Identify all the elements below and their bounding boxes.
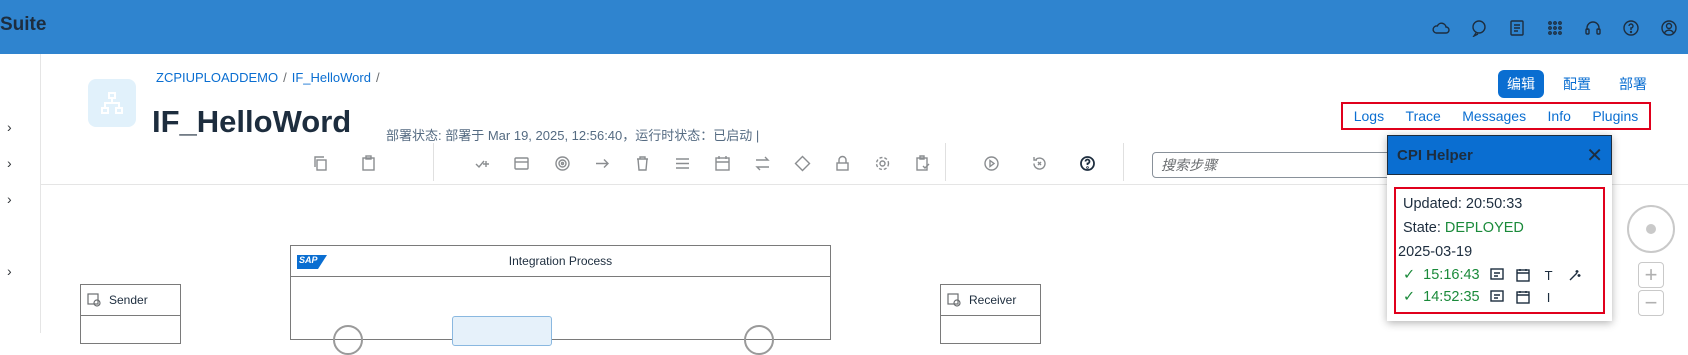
breadcrumb-separator: / xyxy=(283,70,287,85)
chat-icon[interactable] xyxy=(1460,16,1498,40)
log-icon[interactable] xyxy=(1488,288,1506,306)
trace-letter[interactable]: T xyxy=(1540,266,1558,284)
headset-icon[interactable] xyxy=(1574,16,1612,40)
app-grid-icon[interactable] xyxy=(1536,16,1574,40)
pan-control[interactable] xyxy=(1627,205,1675,253)
clipboard-icon[interactable] xyxy=(912,153,932,173)
settings-icon[interactable] xyxy=(872,153,892,173)
process-step[interactable] xyxy=(452,316,552,346)
edit-button[interactable]: 编辑 xyxy=(1498,70,1544,98)
log-icon[interactable] xyxy=(1488,266,1506,284)
deployment-status: 部署状态: 部署于 Mar 19, 2025, 12:56:40，运行时状态：已… xyxy=(386,128,760,143)
run-date: 2025-03-19 xyxy=(1398,244,1473,260)
start-event[interactable] xyxy=(333,325,363,355)
cpi-helper-title: CPI Helper xyxy=(1397,146,1473,164)
integration-process[interactable]: SAP Integration Process xyxy=(290,245,831,340)
calendar-icon[interactable] xyxy=(712,153,732,173)
help-icon[interactable] xyxy=(1612,16,1650,40)
info-button[interactable]: Info xyxy=(1548,108,1571,124)
wand-icon[interactable] xyxy=(1566,266,1584,284)
trace-button[interactable]: Trace xyxy=(1406,108,1441,124)
target-icon[interactable] xyxy=(552,153,572,173)
receiver-label: Receiver xyxy=(969,293,1017,307)
calendar-icon[interactable] xyxy=(1514,266,1532,284)
plugins-button[interactable]: Plugins xyxy=(1592,108,1638,124)
deploy-button[interactable]: 部署 xyxy=(1610,70,1656,98)
chevron-right-icon[interactable]: › xyxy=(7,191,12,207)
cpi-helper-header: CPI Helper ✕ xyxy=(1387,135,1612,175)
run-time[interactable]: 14:52:35 xyxy=(1423,289,1479,305)
state-row: State: DEPLOYED xyxy=(1403,216,1603,240)
zoom-out-button[interactable]: − xyxy=(1638,290,1664,316)
window-icon[interactable] xyxy=(511,153,531,173)
chevron-right-icon[interactable]: › xyxy=(7,263,12,279)
calendar-icon[interactable] xyxy=(1514,288,1532,306)
list-icon[interactable] xyxy=(672,153,692,173)
delete-icon[interactable] xyxy=(632,153,652,173)
breadcrumb-separator: / xyxy=(375,70,380,85)
shell-actions xyxy=(1422,16,1688,40)
integration-flow-icon xyxy=(88,79,136,127)
toolbar-divider xyxy=(1123,143,1124,181)
breadcrumb-package-link[interactable]: ZCPIUPLOADDEMO xyxy=(156,70,278,85)
participant-icon xyxy=(87,293,101,307)
cpi-helper-popup: CPI Helper ✕ Updated: 20:50:33 State: DE… xyxy=(1387,135,1612,321)
toolbar-divider xyxy=(433,143,434,181)
state-value: DEPLOYED xyxy=(1444,220,1524,236)
configure-button[interactable]: 配置 xyxy=(1554,70,1600,98)
brand-title[interactable]: Suite xyxy=(0,14,46,36)
end-event[interactable] xyxy=(744,325,774,355)
search-steps-input[interactable]: 搜索步骤 xyxy=(1152,152,1392,178)
check-icon: ✓ xyxy=(1403,289,1416,305)
receiver-pool[interactable]: Receiver xyxy=(940,284,1041,344)
run-item: ✓ 14:52:35 I xyxy=(1403,286,1603,308)
info-letter[interactable]: I xyxy=(1540,288,1558,306)
add-icon[interactable] xyxy=(472,153,492,173)
user-icon[interactable] xyxy=(1650,16,1688,40)
participant-icon xyxy=(947,293,961,307)
shell-bar: Suite xyxy=(0,0,1688,54)
mode-buttons: 编辑 配置 部署 xyxy=(1498,70,1656,98)
cpi-helper-plugin-bar: Logs Trace Messages Info Plugins xyxy=(1341,102,1651,130)
lock-icon[interactable] xyxy=(832,153,852,173)
run-item: ✓ 15:16:43 T xyxy=(1403,264,1603,286)
run-time[interactable]: 15:16:43 xyxy=(1423,267,1479,283)
close-icon[interactable]: ✕ xyxy=(1586,143,1603,168)
copy-icon[interactable] xyxy=(310,153,330,173)
sender-label: Sender xyxy=(109,293,148,307)
integration-process-title: Integration Process xyxy=(508,254,613,268)
breadcrumb: ZCPIUPLOADDEMO / IF_HelloWord / xyxy=(156,70,380,85)
help-icon[interactable] xyxy=(1077,153,1097,173)
sender-pool[interactable]: Sender xyxy=(80,284,181,344)
cloud-icon[interactable] xyxy=(1422,16,1460,40)
history-icon[interactable] xyxy=(1029,153,1049,173)
paste-icon[interactable] xyxy=(358,153,378,173)
cpi-helper-content: Updated: 20:50:33 State: DEPLOYED 2025-0… xyxy=(1394,187,1605,314)
diamond-icon[interactable] xyxy=(792,153,812,173)
state-label: State: xyxy=(1403,220,1441,236)
zoom-in-button[interactable]: + xyxy=(1638,262,1664,288)
logs-button[interactable]: Logs xyxy=(1354,108,1384,124)
sap-logo: SAP xyxy=(297,255,327,269)
updated-value: 20:50:33 xyxy=(1465,196,1523,212)
play-icon[interactable] xyxy=(981,153,1001,173)
chevron-right-icon[interactable]: › xyxy=(7,119,12,135)
messages-button[interactable]: Messages xyxy=(1462,108,1526,124)
page-title: IF_HelloWord xyxy=(152,104,352,139)
swap-icon[interactable] xyxy=(752,153,772,173)
notes-icon[interactable] xyxy=(1498,16,1536,40)
updated-label: Updated: xyxy=(1403,196,1462,212)
check-icon: ✓ xyxy=(1403,267,1416,283)
arrow-right-icon[interactable] xyxy=(592,153,612,173)
breadcrumb-iflow-link[interactable]: IF_HelloWord xyxy=(292,70,371,85)
toolbar-divider xyxy=(945,143,946,181)
updated-row: Updated: 20:50:33 xyxy=(1403,192,1603,216)
chevron-right-icon[interactable]: › xyxy=(7,155,12,171)
